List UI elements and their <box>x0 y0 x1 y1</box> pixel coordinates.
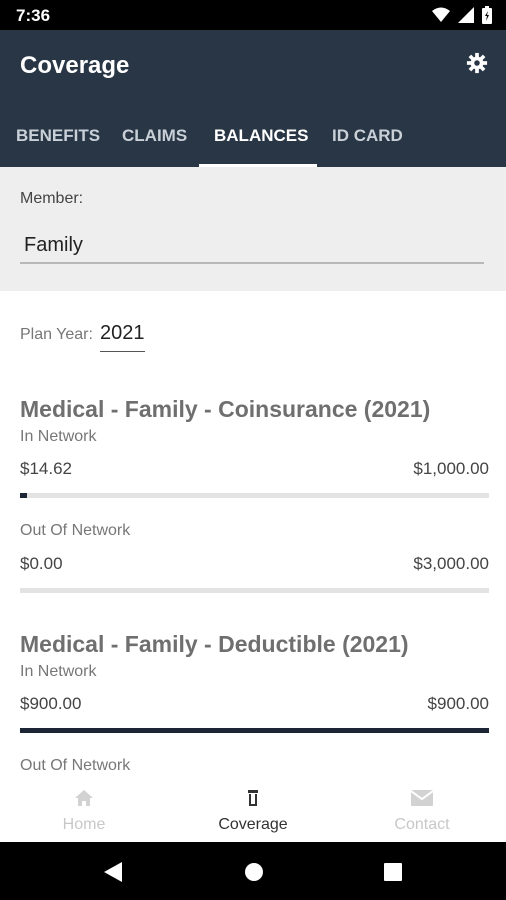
tab-bar: BENEFITS CLAIMS BALANCES ID CARD <box>0 120 506 167</box>
plan-year-row: Plan Year: 2021 <box>20 322 145 352</box>
member-underline <box>20 262 484 264</box>
in-network-label: In Network <box>20 428 97 445</box>
battery-icon <box>482 6 492 24</box>
tab-benefits[interactable]: BENEFITS <box>16 126 100 146</box>
coverage-icon <box>248 790 258 806</box>
nav-contact-label: Contact <box>394 816 450 833</box>
gear-icon[interactable] <box>466 52 488 74</box>
home-icon <box>75 790 93 806</box>
progress-fill <box>20 493 27 498</box>
tab-id-card[interactable]: ID CARD <box>332 126 403 146</box>
nav-contact[interactable]: Contact <box>338 780 506 842</box>
section-title-coinsurance: Medical - Family - Coinsurance (2021) <box>20 396 431 422</box>
nav-home-label: Home <box>62 816 106 833</box>
plan-year-select[interactable]: 2021 <box>100 322 145 352</box>
recents-icon[interactable] <box>384 863 402 881</box>
in-network-label: In Network <box>20 663 97 680</box>
tab-balances[interactable]: BALANCES <box>214 126 308 146</box>
signal-icon <box>458 7 474 23</box>
wifi-icon <box>432 7 450 22</box>
progress-fill <box>20 728 489 733</box>
member-label: Member: <box>20 190 84 207</box>
nav-coverage-label: Coverage <box>218 816 288 833</box>
nav-home[interactable]: Home <box>0 780 168 842</box>
in-network-max: $1,000.00 <box>413 459 489 478</box>
tab-claims[interactable]: CLAIMS <box>122 126 187 146</box>
plan-year-label: Plan Year: <box>20 326 93 343</box>
status-bar: 7:36 <box>0 0 506 30</box>
member-select[interactable]: Family <box>24 234 83 257</box>
in-network-used: $900.00 <box>20 694 82 713</box>
system-nav-bar <box>0 842 506 900</box>
home-button-icon[interactable] <box>244 862 264 882</box>
out-network-progress <box>20 588 489 593</box>
back-icon[interactable] <box>104 862 122 882</box>
bottom-nav: Home Coverage Contact <box>0 780 506 842</box>
out-network-label: Out Of Network <box>20 757 131 774</box>
in-network-progress <box>20 493 489 498</box>
nav-coverage[interactable]: Coverage <box>169 780 337 842</box>
in-network-progress <box>20 728 489 733</box>
status-time: 7:36 <box>16 6 51 25</box>
app-bar: Coverage BENEFITS CLAIMS BALANCES ID CAR… <box>0 30 506 167</box>
status-icons <box>432 6 492 24</box>
out-network-max: $3,000.00 <box>413 554 489 573</box>
out-network-used: $0.00 <box>20 554 63 573</box>
in-network-used: $14.62 <box>20 459 72 478</box>
mail-icon <box>411 790 433 806</box>
member-panel: Member: Family <box>0 167 506 291</box>
section-title-deductible: Medical - Family - Deductible (2021) <box>20 631 409 657</box>
in-network-max: $900.00 <box>427 694 489 713</box>
page-title: Coverage <box>20 52 130 79</box>
out-network-label: Out Of Network <box>20 522 131 539</box>
